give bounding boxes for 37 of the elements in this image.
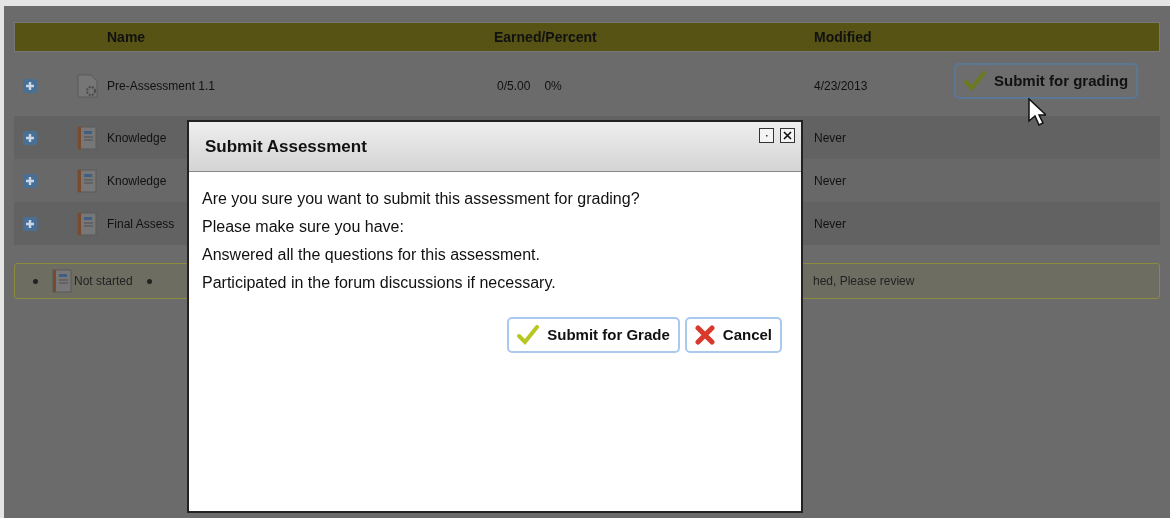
dialog-message: Answered all the questions for this assessment.: [202, 245, 541, 264]
modified-date: Never: [814, 129, 847, 147]
notebook-icon: [77, 211, 97, 236]
expand-icon[interactable]: [23, 173, 37, 188]
expand-icon[interactable]: [23, 216, 37, 231]
percent-score: 0%: [544, 78, 562, 95]
dialog-title: Submit Assessment: [205, 135, 367, 158]
expand-icon[interactable]: [23, 130, 37, 145]
dialog-message: Participated in the forum discussions if necessary.: [202, 273, 557, 292]
minimize-icon[interactable]: [759, 128, 774, 143]
notebook-icon: [77, 168, 97, 193]
dialog-message: Please make sure you have:: [202, 217, 405, 236]
document-gear-icon: [77, 74, 99, 98]
notebook-icon: [77, 125, 97, 150]
notebook-icon: [52, 269, 72, 293]
earned-score: 0/5.00: [497, 78, 531, 95]
checkmark-icon: [517, 325, 540, 345]
close-icon[interactable]: [780, 128, 795, 143]
column-header: Name: [107, 27, 147, 47]
bullet-icon: [33, 278, 38, 284]
column-header: Modified: [814, 27, 872, 47]
expand-icon[interactable]: [23, 79, 37, 93]
submit-button[interactable]: Submit for Grade: [507, 317, 680, 353]
cancel-button[interactable]: Cancel: [684, 317, 782, 353]
assessment-name[interactable]: Pre-Assessment 1.1: [107, 77, 497, 95]
modified-date: Never: [814, 172, 847, 190]
cross-icon: [694, 325, 715, 345]
dialog-message: Are you sure you want to submit this assessment for grading?: [202, 189, 641, 208]
column-header: Earned/Percent: [494, 27, 598, 47]
modified-date: 4/23/2013: [814, 78, 869, 95]
legend-label: hed, Please review: [813, 273, 915, 290]
submit-for-grading-button[interactable]: Submit for grading: [954, 63, 1139, 99]
mouse-cursor-icon: [1028, 98, 1046, 126]
bullet-icon: [146, 278, 152, 284]
modified-date: Never: [814, 215, 847, 233]
checkmark-icon: [964, 71, 986, 91]
legend-label: Not started: [74, 273, 133, 290]
